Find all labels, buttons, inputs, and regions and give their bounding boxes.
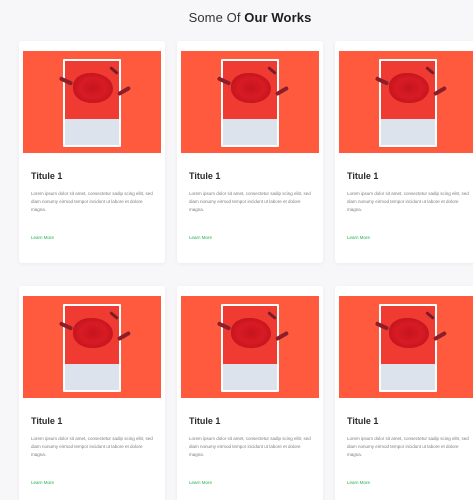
leaf-decoration (216, 321, 232, 331)
leaf-decoration (425, 311, 435, 320)
frame-mat (65, 119, 119, 145)
card-description: Lorem ipsum dolor sit amet, consectetur … (189, 191, 311, 212)
work-card[interactable]: Titule 1 Lorem ipsum dolor sit amet, con… (335, 41, 473, 263)
leaf-decoration (267, 66, 277, 75)
frame-mat (65, 364, 119, 390)
leaf-decoration (274, 85, 290, 97)
work-card[interactable]: Titule 1 Lorem ipsum dolor sit amet, con… (19, 41, 165, 263)
learn-more-link[interactable]: Learn More (31, 480, 54, 485)
section-heading-strong: Our Works (244, 10, 312, 25)
photo-frame (216, 304, 290, 392)
leaf-decoration (58, 321, 74, 331)
leaf-decoration (109, 311, 119, 320)
frame-mat (381, 364, 435, 390)
work-thumbnail[interactable] (23, 296, 161, 398)
work-thumbnail[interactable] (181, 296, 319, 398)
leaf-decoration (116, 85, 132, 97)
work-thumbnail[interactable] (339, 51, 473, 153)
work-card[interactable]: Titule 1 Lorem ipsum dolor sit amet, con… (19, 286, 165, 500)
flower-image (389, 73, 429, 103)
section-heading: Some Of Our Works (0, 10, 473, 25)
leaf-decoration (432, 330, 448, 342)
leaf-decoration (116, 330, 132, 342)
frame-mat (381, 119, 435, 145)
flower-image (231, 73, 271, 103)
flower-image (73, 318, 113, 348)
photo-frame (374, 304, 448, 392)
leaf-decoration (274, 330, 290, 342)
leaf-decoration (374, 76, 390, 86)
card-description: Lorem ipsum dolor sit amet, consectetur … (31, 436, 153, 457)
flower-image (389, 318, 429, 348)
works-grid: Titule 1 Lorem ipsum dolor sit amet, con… (19, 41, 473, 500)
frame-artwork (58, 61, 132, 119)
card-title: Titule 1 (347, 171, 379, 181)
works-section: Some Of Our Works Titule 1 Lorem ipsum d… (0, 0, 473, 500)
leaf-decoration (267, 311, 277, 320)
leaf-decoration (216, 76, 232, 86)
photo-frame (374, 59, 448, 147)
card-title: Titule 1 (189, 416, 221, 426)
card-description: Lorem ipsum dolor sit amet, consectetur … (347, 436, 469, 457)
learn-more-link[interactable]: Learn More (347, 480, 370, 485)
section-heading-prefix: Some Of (188, 10, 245, 25)
frame-artwork (216, 306, 290, 364)
photo-frame (58, 304, 132, 392)
card-title: Titule 1 (347, 416, 379, 426)
leaf-decoration (432, 85, 448, 97)
flower-image (231, 318, 271, 348)
work-thumbnail[interactable] (23, 51, 161, 153)
leaf-decoration (425, 66, 435, 75)
card-description: Lorem ipsum dolor sit amet, consectetur … (347, 191, 469, 212)
work-card[interactable]: Titule 1 Lorem ipsum dolor sit amet, con… (177, 286, 323, 500)
work-thumbnail[interactable] (339, 296, 473, 398)
card-description: Lorem ipsum dolor sit amet, consectetur … (189, 436, 311, 457)
frame-mat (223, 364, 277, 390)
learn-more-link[interactable]: Learn More (31, 235, 54, 240)
card-title: Titule 1 (31, 171, 63, 181)
frame-artwork (374, 61, 448, 119)
work-thumbnail[interactable] (181, 51, 319, 153)
card-title: Titule 1 (189, 171, 221, 181)
work-card[interactable]: Titule 1 Lorem ipsum dolor sit amet, con… (335, 286, 473, 500)
photo-frame (216, 59, 290, 147)
frame-artwork (374, 306, 448, 364)
leaf-decoration (58, 76, 74, 86)
learn-more-link[interactable]: Learn More (189, 480, 212, 485)
work-card[interactable]: Titule 1 Lorem ipsum dolor sit amet, con… (177, 41, 323, 263)
learn-more-link[interactable]: Learn More (347, 235, 370, 240)
card-description: Lorem ipsum dolor sit amet, consectetur … (31, 191, 153, 212)
frame-artwork (58, 306, 132, 364)
leaf-decoration (374, 321, 390, 331)
card-title: Titule 1 (31, 416, 63, 426)
photo-frame (58, 59, 132, 147)
frame-artwork (216, 61, 290, 119)
frame-mat (223, 119, 277, 145)
learn-more-link[interactable]: Learn More (189, 235, 212, 240)
leaf-decoration (109, 66, 119, 75)
flower-image (73, 73, 113, 103)
